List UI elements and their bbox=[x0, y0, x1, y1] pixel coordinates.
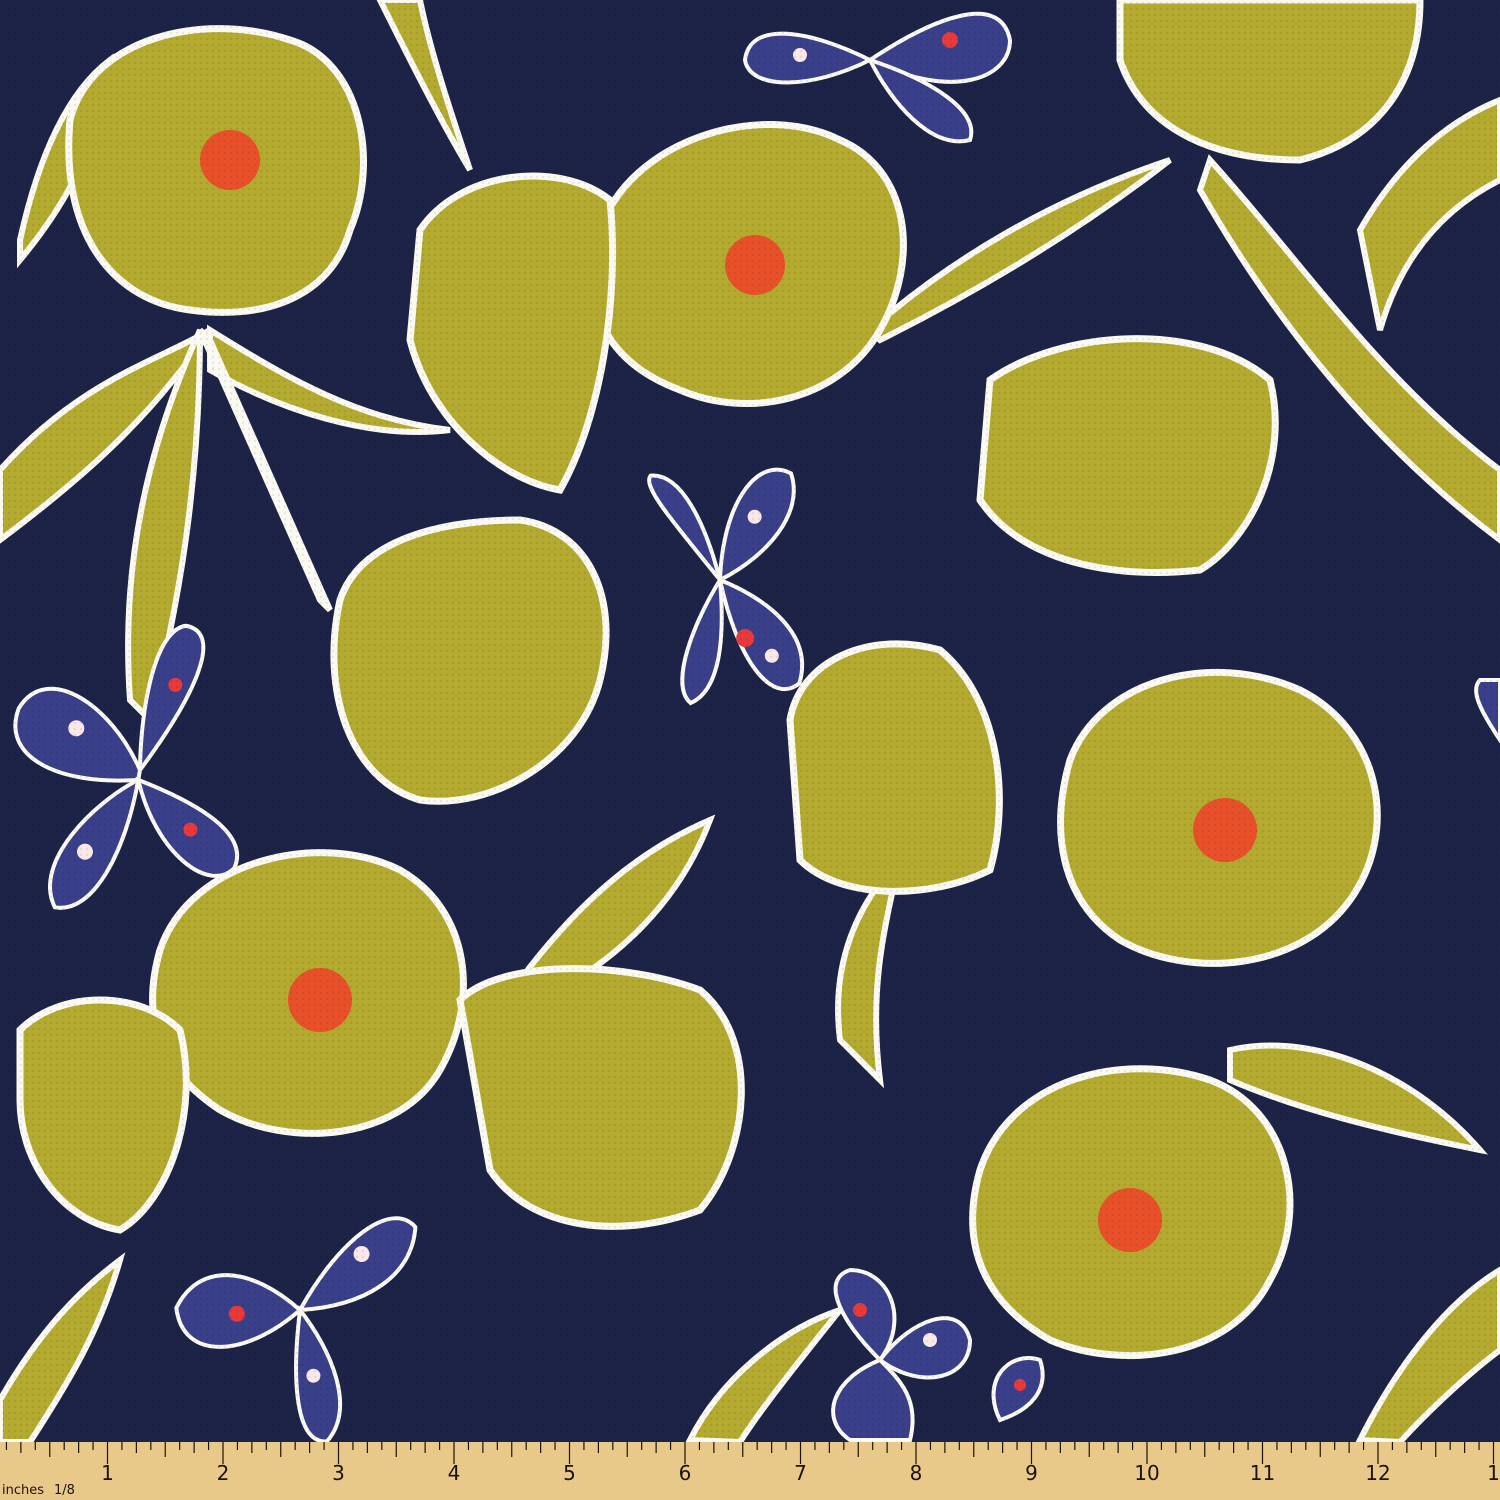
fabric-pattern bbox=[0, 0, 1500, 1500]
ruler-number: 10 bbox=[1134, 1461, 1159, 1485]
ruler-unit-label: inches bbox=[2, 1483, 44, 1498]
ruler-number: 8 bbox=[910, 1461, 923, 1485]
ruler-number: 12 bbox=[1365, 1461, 1390, 1485]
ruler-number: 3 bbox=[332, 1461, 345, 1485]
ruler-number: 1 bbox=[1487, 1461, 1500, 1485]
ruler-number: 11 bbox=[1250, 1461, 1275, 1485]
ruler-number: 2 bbox=[217, 1461, 230, 1485]
ruler-number: 6 bbox=[679, 1461, 692, 1485]
ruler-number: 9 bbox=[1025, 1461, 1038, 1485]
ruler-number: 7 bbox=[794, 1461, 807, 1485]
measurement-ruler: 1 2 3 4 5 6 7 8 9 10 11 12 1 inches 1/8 bbox=[0, 1442, 1500, 1500]
ruler-number: 1 bbox=[101, 1461, 114, 1485]
fabric-weave-texture bbox=[0, 0, 1500, 1500]
ruler-number: 4 bbox=[448, 1461, 461, 1485]
ruler-number: 5 bbox=[563, 1461, 576, 1485]
ruler-fraction-label: 1/8 bbox=[54, 1483, 75, 1498]
